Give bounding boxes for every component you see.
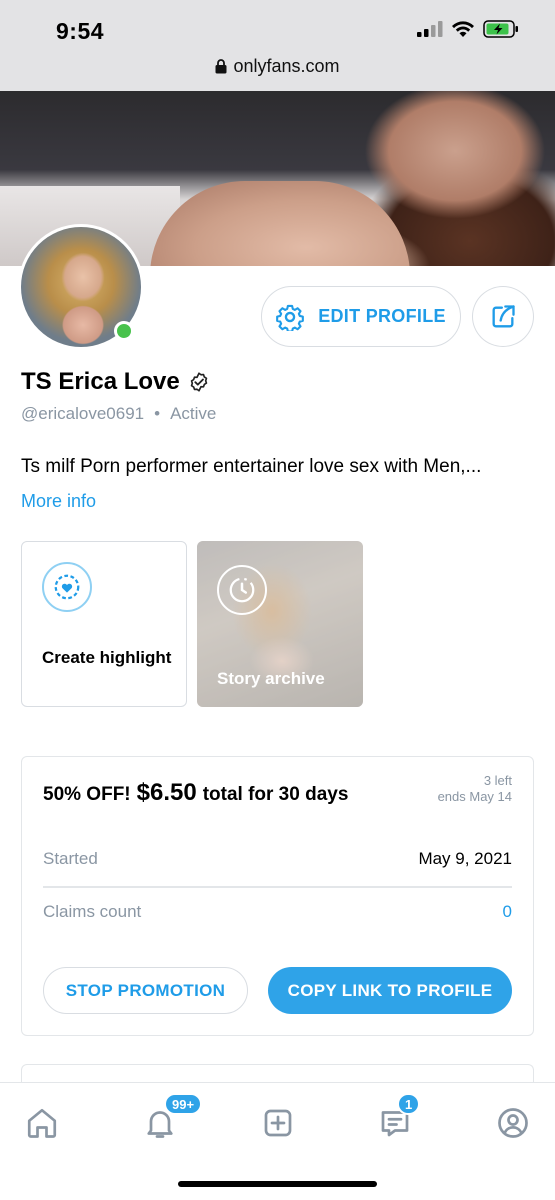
started-row: Started May 9, 2021 <box>43 849 512 869</box>
gear-icon <box>276 304 305 331</box>
separator-dot: • <box>154 404 161 423</box>
battery-icon <box>483 20 518 38</box>
promotion-discount: 50% OFF! <box>43 784 131 805</box>
nav-home[interactable] <box>20 1101 64 1145</box>
started-label: Started <box>43 849 98 868</box>
claims-value[interactable]: 0 <box>503 902 512 922</box>
profile-handle: @ericalove0691 <box>21 404 145 423</box>
profile-name-text: TS Erica Love <box>21 368 180 395</box>
claims-row: Claims count 0 <box>43 902 512 922</box>
status-time: 9:54 <box>56 18 105 44</box>
share-button[interactable] <box>472 286 534 347</box>
url-bar[interactable]: onlyfans.com <box>0 56 555 77</box>
profile-status: Active <box>170 404 217 423</box>
edit-profile-button[interactable]: EDIT PROFILE <box>261 286 461 347</box>
promotion-title: 50% OFF! $6.50 total for 30 days <box>43 779 348 807</box>
heart-highlight-icon <box>54 574 80 600</box>
promotion-meta: 3 left ends May 14 <box>438 773 512 805</box>
status-icons <box>417 20 519 38</box>
messages-badge: 1 <box>397 1093 421 1115</box>
share-icon <box>492 304 515 327</box>
signal-icon <box>417 21 443 37</box>
profile-bio: Ts milf Porn performer entertainer love … <box>21 456 482 477</box>
story-archive-label: Story archive <box>217 669 325 688</box>
more-info-link[interactable]: More info <box>21 491 96 512</box>
profile-name: TS Erica Love <box>21 368 210 396</box>
profile-icon <box>498 1108 528 1138</box>
nav-messages[interactable]: 1 <box>373 1093 421 1145</box>
edit-profile-label: EDIT PROFILE <box>318 306 446 326</box>
nav-add-post[interactable] <box>256 1101 300 1145</box>
stop-promotion-button[interactable]: STOP PROMOTION <box>43 967 248 1014</box>
copy-link-button[interactable]: COPY LINK TO PROFILE <box>268 967 512 1014</box>
create-highlight-circle <box>42 562 92 612</box>
promotion-left: 3 left <box>483 773 512 788</box>
verified-badge-icon <box>190 372 207 392</box>
home-icon <box>27 1108 57 1138</box>
notifications-badge: 99+ <box>164 1093 203 1115</box>
online-status-dot <box>114 321 134 341</box>
promotion-terms: total for 30 days <box>202 784 349 805</box>
home-indicator <box>178 1181 377 1187</box>
promotion-card: 50% OFF! $6.50 total for 30 days 3 left … <box>21 756 534 1036</box>
started-value: May 9, 2021 <box>418 849 512 868</box>
create-highlight-label: Create highlight <box>42 648 172 667</box>
status-and-url-bar: 9:54 onlyfans.com <box>0 0 555 91</box>
profile-handle-row: @ericalove0691 • Active <box>21 404 216 424</box>
add-post-icon <box>264 1109 292 1137</box>
nav-notifications[interactable]: 99+ <box>138 1093 203 1145</box>
promotion-price: $6.50 <box>136 779 197 806</box>
lock-icon <box>215 59 227 74</box>
wifi-icon <box>452 21 474 37</box>
claims-label: Claims count <box>43 902 142 921</box>
story-archive-circle <box>217 565 267 615</box>
nav-profile[interactable] <box>491 1101 535 1145</box>
url-text: onlyfans.com <box>233 56 340 76</box>
create-highlight-card[interactable]: Create highlight <box>21 541 187 707</box>
story-archive-card[interactable]: Story archive <box>197 541 363 707</box>
promotion-ends: ends May 14 <box>437 789 512 804</box>
clock-icon <box>229 577 255 603</box>
divider <box>43 886 512 888</box>
